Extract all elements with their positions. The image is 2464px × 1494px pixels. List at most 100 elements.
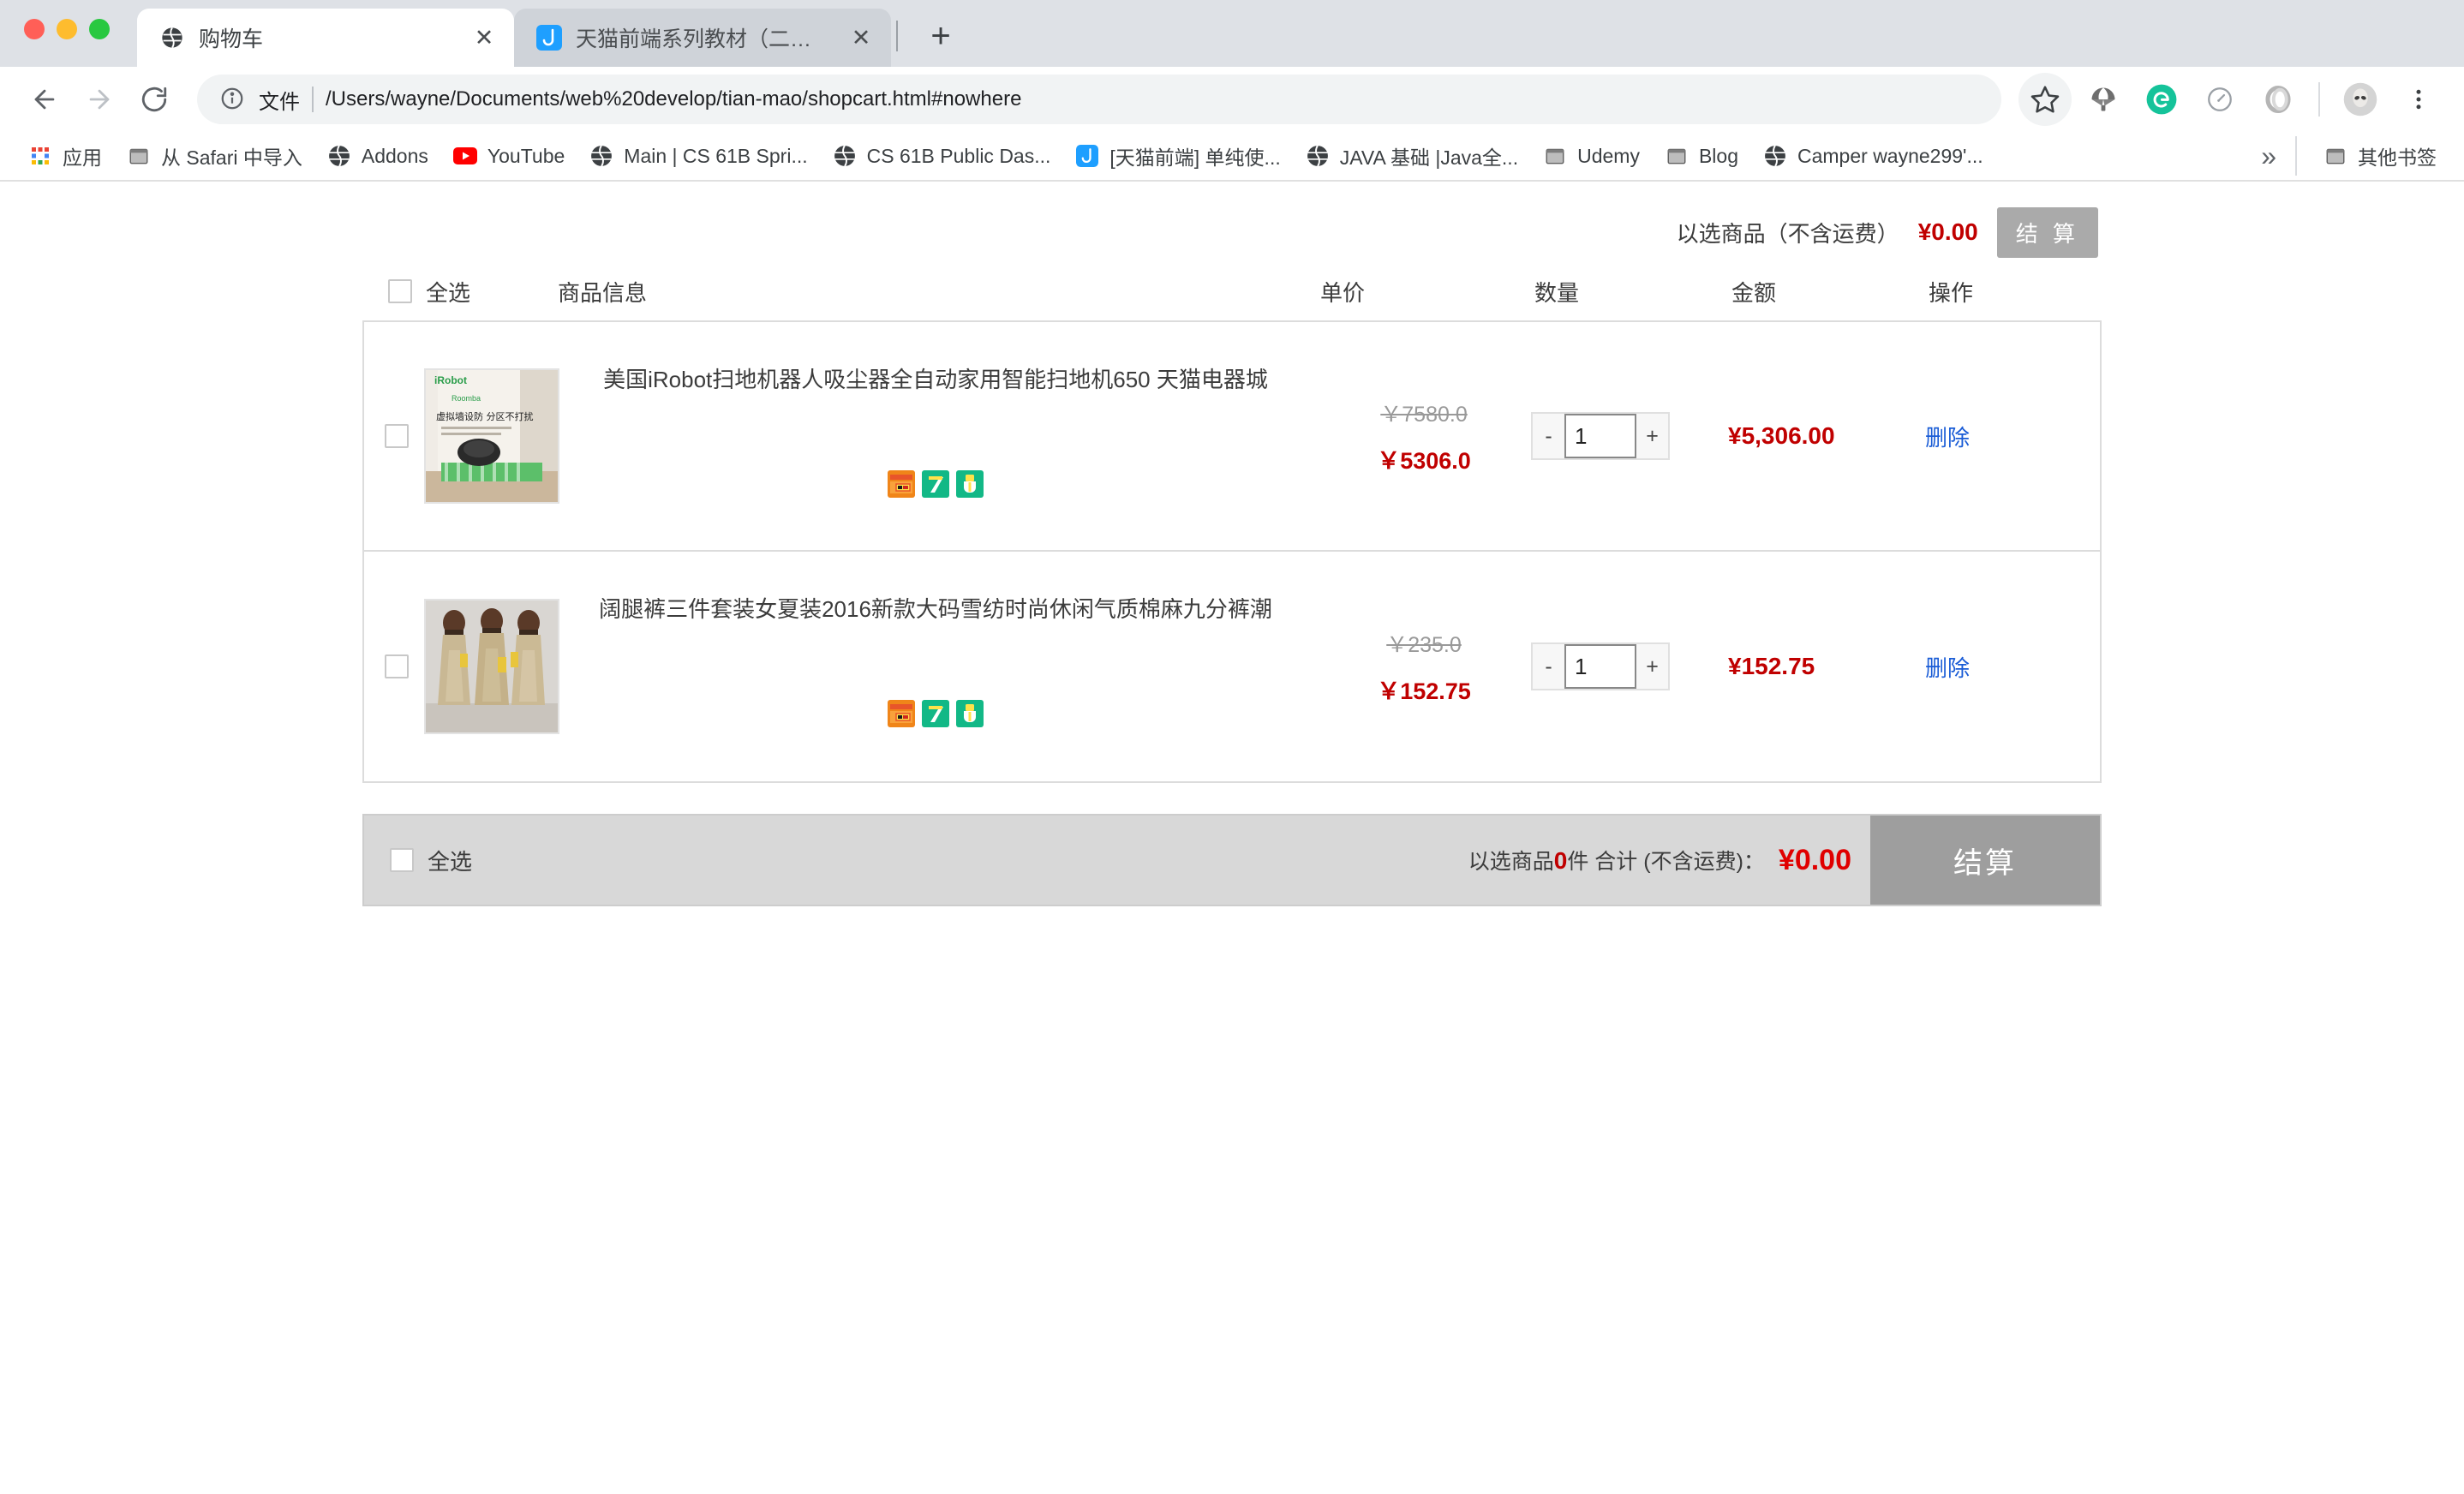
profile-avatar-icon[interactable] xyxy=(2334,73,2387,126)
back-icon[interactable] xyxy=(19,74,70,125)
subtotal-cell: ¥5,306.00 xyxy=(1728,322,1925,550)
row-checkbox[interactable] xyxy=(385,654,409,678)
apps-grid-icon xyxy=(27,143,53,169)
header-operation: 操作 xyxy=(1929,279,1974,306)
speedometer-icon[interactable] xyxy=(2193,73,2246,126)
product-thumbnail[interactable] xyxy=(424,599,559,734)
header-select-all-cell[interactable]: 全选 xyxy=(368,276,558,308)
bookmark-label: JAVA 基础 |Java全... xyxy=(1339,146,1519,169)
cart-footer-bar: 全选 以选商品0件 合计 (不含运费)： ¥0.00 结算 xyxy=(362,814,2102,906)
footer-checkout-button[interactable]: 结算 xyxy=(1870,816,2100,905)
bookmark-tianmao-frontend[interactable]: [天猫前端] 单纯使... xyxy=(1064,136,1290,176)
quantity-input[interactable] xyxy=(1564,644,1636,689)
footer-select-all-checkbox[interactable] xyxy=(390,848,414,872)
product-title-link[interactable]: 阔腿裤三件套装女夏装2016新款大码雪纺时尚休闲气质棉麻九分裤潮 xyxy=(599,593,1272,626)
bookmark-other-bookmarks[interactable]: 其他书签 xyxy=(2312,136,2447,176)
bookmark-addons[interactable]: Addons xyxy=(316,138,439,174)
grammarly-icon[interactable] xyxy=(2135,73,2188,126)
footer-select-all-cell[interactable]: 全选 xyxy=(364,845,472,876)
tab-shopping-cart[interactable]: 购物车 ✕ xyxy=(137,9,514,67)
quantity-input[interactable] xyxy=(1564,414,1636,458)
quantity-stepper[interactable]: - + xyxy=(1531,642,1670,690)
item-subtotal: ¥5,306.00 xyxy=(1728,422,1835,449)
ring-icon[interactable] xyxy=(2252,73,2305,126)
address-bar[interactable]: 文件 /Users/wayne/Documents/web%20develop/… xyxy=(197,75,2001,124)
bookmark-label: YouTube xyxy=(487,144,565,167)
unit-price-cell: ￥7580.0 ￥5306.0 xyxy=(1317,322,1531,550)
original-price: ￥7580.0 xyxy=(1380,402,1468,427)
bookmark-label: Addons xyxy=(361,144,428,167)
product-badges xyxy=(888,700,984,727)
browser-window: 购物车 ✕ 天猫前端系列教材（二十九）- 贝 ✕ + xyxy=(0,0,2464,1494)
bookmark-cs61b-main[interactable]: Main | CS 61B Spri... xyxy=(578,138,817,174)
tab-title: 天猫前端系列教材（二十九）- 贝 xyxy=(576,27,833,51)
bookmark-cs61b-dashboard[interactable]: CS 61B Public Das... xyxy=(822,138,1062,174)
minimize-window-button[interactable] xyxy=(57,19,77,39)
product-thumbnail[interactable]: iRobot Roomba 虚拟墙设防 分区不打扰 xyxy=(424,368,559,504)
folder-icon xyxy=(2323,143,2348,169)
more-menu-icon[interactable] xyxy=(2392,73,2445,126)
bookmark-label: CS 61B Public Das... xyxy=(866,144,1051,167)
tab-strip: 购物车 ✕ 天猫前端系列教材（二十九）- 贝 ✕ + xyxy=(0,0,2464,67)
bookmark-blog[interactable]: Blog xyxy=(1654,138,1749,174)
select-all-checkbox[interactable] xyxy=(388,279,412,303)
svg-text:iRobot: iRobot xyxy=(434,374,467,386)
bookmark-label: 应用 xyxy=(63,146,102,169)
subtotal-cell: ¥152.75 xyxy=(1728,552,1925,781)
authentic-guarantee-badge xyxy=(956,470,984,498)
row-checkbox[interactable] xyxy=(385,424,409,448)
seven-day-return-badge xyxy=(922,470,949,498)
bookmark-label: 其他书签 xyxy=(2358,146,2437,169)
item-subtotal: ¥152.75 xyxy=(1728,653,1815,679)
header-subtotal: 金额 xyxy=(1731,279,1777,306)
close-icon[interactable]: ✕ xyxy=(469,23,499,52)
bookmark-label: Camper wayne299'... xyxy=(1797,144,1983,167)
new-tab-button[interactable]: + xyxy=(917,12,965,60)
product-title-link[interactable]: 美国iRobot扫地机器人吸尘器全自动家用智能扫地机650 天猫电器城 xyxy=(603,363,1268,397)
parachute-icon[interactable] xyxy=(2077,73,2130,126)
bookmark-udemy[interactable]: Udemy xyxy=(1532,138,1650,174)
quantity-cell: - + xyxy=(1531,552,1728,781)
increase-quantity-button[interactable]: + xyxy=(1636,414,1668,458)
bookmark-camper[interactable]: Camper wayne299'... xyxy=(1752,138,1994,174)
current-price: ￥5306.0 xyxy=(1377,447,1471,474)
bookmark-java-basics[interactable]: JAVA 基础 |Java全... xyxy=(1295,136,1528,176)
delete-item-link[interactable]: 删除 xyxy=(1925,651,1970,683)
svg-text:虚拟墙设防 分区不打扰: 虚拟墙设防 分区不打扰 xyxy=(436,410,534,422)
increase-quantity-button[interactable]: + xyxy=(1636,644,1668,689)
maximize-window-button[interactable] xyxy=(89,19,110,39)
shopping-cart: 以选商品（不含运费） ¥0.00 结 算 全选 商品信息 单价 数量 金额 操作 xyxy=(362,182,2102,906)
summary-prefix: 以选商品 xyxy=(1468,850,1554,874)
bookmark-label: [天猫前端] 单纯使... xyxy=(1109,146,1281,169)
folder-icon xyxy=(126,143,152,169)
bookmark-youtube[interactable]: YouTube xyxy=(442,138,575,174)
tab-tianmao-tutorial[interactable]: 天猫前端系列教材（二十九）- 贝 ✕ xyxy=(514,9,891,67)
close-window-button[interactable] xyxy=(24,19,45,39)
footer-summary-text: 以选商品0件 合计 (不含运费)： xyxy=(1468,845,1779,875)
bookmark-label: Blog xyxy=(1698,144,1738,167)
decrease-quantity-button[interactable]: - xyxy=(1533,644,1564,689)
summary-suffix: 件 合计 (不含运费)： xyxy=(1567,850,1765,874)
current-price: ￥152.75 xyxy=(1377,678,1471,704)
top-summary-amount: ¥0.00 xyxy=(1917,218,1978,245)
row-select-cell[interactable] xyxy=(364,552,559,781)
info-icon[interactable] xyxy=(219,86,247,113)
row-select-cell[interactable]: iRobot Roomba 虚拟墙设防 分区不打扰 xyxy=(364,322,559,550)
star-icon[interactable] xyxy=(2018,73,2072,126)
url-scheme-label: 文件 xyxy=(259,90,300,114)
url-text[interactable]: /Users/wayne/Documents/web%20develop/tia… xyxy=(326,87,1979,111)
select-all-label: 全选 xyxy=(426,279,471,306)
top-checkout-button[interactable]: 结 算 xyxy=(1996,206,2098,258)
operation-cell: 删除 xyxy=(1925,552,2079,781)
reload-icon[interactable] xyxy=(129,74,180,125)
decrease-quantity-button[interactable]: - xyxy=(1533,414,1564,458)
bookmark-apps[interactable]: 应用 xyxy=(17,136,112,176)
quantity-stepper[interactable]: - + xyxy=(1531,412,1670,460)
bookmarks-bar: 应用 从 Safari 中导入 Addons YouTube Main | CS xyxy=(0,132,2464,182)
folder-icon xyxy=(1664,143,1690,169)
close-icon[interactable]: ✕ xyxy=(846,23,876,52)
omnibox-divider xyxy=(312,87,314,112)
bookmark-safari-import[interactable]: 从 Safari 中导入 xyxy=(116,136,313,176)
delete-item-link[interactable]: 删除 xyxy=(1925,421,1970,452)
bookmarks-overflow-button[interactable]: » xyxy=(2246,140,2292,172)
